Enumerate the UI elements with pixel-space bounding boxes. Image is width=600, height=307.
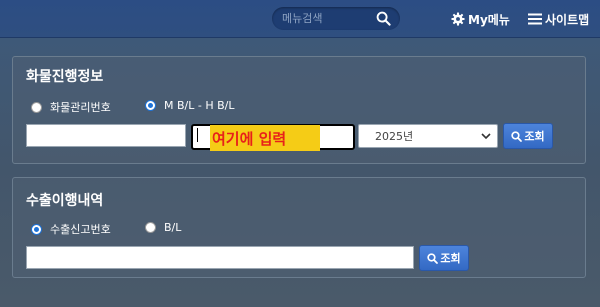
year-select-value: 2025년 bbox=[375, 130, 414, 143]
radio-mbl-hbl[interactable]: M B/L - H B/L bbox=[145, 99, 234, 112]
my-menu-button[interactable]: My메뉴 bbox=[451, 10, 510, 28]
menu-search-box bbox=[272, 7, 400, 30]
mbl-input-field[interactable] bbox=[26, 124, 186, 148]
sitemap-button[interactable]: 사이트맵 bbox=[528, 10, 589, 28]
radio-label: 화물관리번호 bbox=[50, 101, 111, 114]
search-icon bbox=[511, 130, 523, 142]
input-here-callout: 여기에 입력 bbox=[210, 125, 320, 151]
cargo-panel-title: 화물진행정보 bbox=[26, 69, 104, 85]
chevron-down-icon bbox=[481, 133, 491, 140]
export-number-input[interactable] bbox=[27, 248, 413, 270]
cargo-search-button[interactable]: 조회 bbox=[503, 123, 553, 149]
radio-label: 수출신고번호 bbox=[50, 223, 111, 236]
search-icon[interactable] bbox=[376, 11, 391, 26]
radio-export-declaration-number[interactable]: 수출신고번호 bbox=[31, 221, 111, 237]
menu-search-input[interactable] bbox=[282, 9, 372, 28]
export-search-button[interactable]: 조회 bbox=[419, 245, 469, 271]
top-navigation-bar: My메뉴 사이트맵 bbox=[0, 0, 600, 38]
export-number-input-field[interactable] bbox=[26, 246, 414, 270]
radio-cargo-management-number[interactable]: 화물관리번호 bbox=[31, 99, 111, 115]
radio-dot-checked bbox=[145, 100, 156, 111]
my-menu-label: My메뉴 bbox=[468, 12, 510, 27]
gear-icon bbox=[451, 12, 465, 26]
year-select[interactable]: 2025년 bbox=[358, 124, 498, 148]
radio-bl[interactable]: B/L bbox=[145, 221, 181, 234]
radio-dot bbox=[145, 222, 156, 233]
export-panel-title: 수출이행내역 bbox=[26, 193, 104, 209]
mbl-input[interactable] bbox=[27, 126, 185, 148]
search-button-label: 조회 bbox=[440, 252, 461, 265]
search-button-label: 조회 bbox=[524, 130, 545, 143]
radio-dot-checked bbox=[31, 223, 42, 235]
radio-dot bbox=[31, 101, 42, 113]
radio-label: M B/L - H B/L bbox=[164, 99, 235, 112]
menu-icon bbox=[528, 13, 542, 25]
search-icon bbox=[427, 252, 439, 264]
radio-label: B/L bbox=[164, 221, 182, 234]
sitemap-label: 사이트맵 bbox=[545, 12, 590, 27]
text-cursor bbox=[197, 128, 198, 142]
